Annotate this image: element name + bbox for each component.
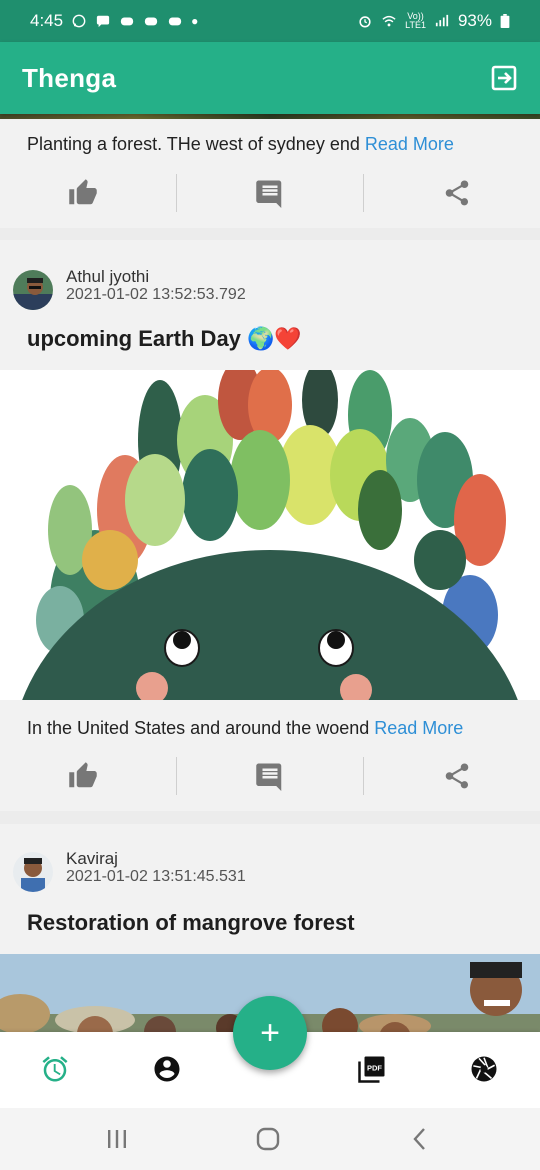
post-timestamp: 2021-01-02 13:51:45.531	[66, 868, 246, 885]
action-divider	[363, 757, 364, 795]
camera-aperture-icon	[471, 1056, 497, 1082]
earth-day-illustration	[0, 370, 540, 700]
signal-icon	[435, 14, 449, 27]
system-navigation-bar	[0, 1108, 540, 1170]
post-card: Planting a forest. THe west of sydney en…	[0, 114, 540, 228]
post-body: Planting a forest. THe west of sydney en…	[27, 134, 454, 154]
nav-profile[interactable]	[150, 1052, 184, 1086]
game-icon	[168, 17, 182, 26]
post-image-edge	[0, 114, 540, 119]
back-icon[interactable]	[405, 1126, 435, 1152]
post-meta: Athul jyothi 2021-01-02 13:52:53.792	[66, 268, 246, 304]
post-image[interactable]	[0, 370, 540, 700]
action-divider	[176, 757, 177, 795]
like-button[interactable]	[55, 751, 111, 801]
thumb-up-icon	[69, 762, 97, 788]
game-icon	[120, 17, 134, 26]
comment-button[interactable]	[242, 751, 298, 801]
comment-button[interactable]	[242, 168, 298, 218]
post-timestamp: 2021-01-02 13:52:53.792	[66, 286, 246, 303]
action-divider	[176, 174, 177, 212]
comment-icon	[256, 763, 282, 791]
nav-camera[interactable]	[467, 1052, 501, 1086]
logout-icon[interactable]	[490, 64, 518, 92]
post-title: Restoration of mangrove forest	[27, 910, 355, 935]
pdf-badge-text: PDF	[367, 1063, 382, 1072]
post-card: Athul jyothi 2021-01-02 13:52:53.792 upc…	[0, 240, 540, 811]
avatar[interactable]	[13, 270, 53, 310]
nav-reminders[interactable]	[38, 1052, 72, 1086]
read-more-link[interactable]: Read More	[374, 718, 463, 738]
post-author[interactable]: Athul jyothi 2021-01-02 13:52:53.792	[13, 268, 246, 310]
post-title: upcoming Earth Day 🌍❤️	[27, 326, 302, 351]
dot-icon: ●	[191, 14, 199, 28]
app-title: Thenga	[22, 62, 117, 93]
nav-pdf[interactable]: PDF	[355, 1052, 389, 1086]
add-post-label: +	[260, 1013, 280, 1052]
post-actions	[0, 751, 540, 801]
post-actions	[0, 168, 540, 218]
add-post-button[interactable]: +	[233, 996, 307, 1070]
author-name: Athul jyothi	[66, 267, 150, 286]
share-icon	[445, 763, 469, 789]
status-time: 4:45	[30, 11, 64, 30]
like-button[interactable]	[55, 168, 111, 218]
battery-percent: 93%	[457, 11, 492, 30]
action-divider	[363, 174, 364, 212]
comment-icon	[256, 180, 282, 208]
status-bar: 4:45 ● Vo)) LTE1 93%	[0, 0, 540, 42]
wifi-icon	[382, 15, 396, 27]
pdf-icon: PDF	[358, 1056, 385, 1083]
alarm-status-icon	[359, 16, 371, 28]
alarm-icon	[42, 1056, 68, 1082]
message-icon	[96, 15, 110, 28]
volte-label: Vo)) LTE1	[405, 11, 426, 30]
post-meta: Kaviraj 2021-01-02 13:51:45.531	[66, 850, 246, 886]
avatar[interactable]	[13, 852, 53, 892]
app-bar: Thenga	[0, 42, 540, 114]
post-feed[interactable]: Planting a forest. THe west of sydney en…	[0, 114, 540, 1032]
share-icon	[445, 180, 469, 206]
post-body: In the United States and around the woen…	[27, 718, 464, 738]
author-name: Kaviraj	[66, 849, 118, 868]
share-button[interactable]	[429, 751, 485, 801]
thumb-up-icon	[69, 179, 97, 205]
share-button[interactable]	[429, 168, 485, 218]
read-more-link[interactable]: Read More	[365, 134, 454, 154]
account-icon	[154, 1056, 180, 1082]
game-icon	[144, 17, 158, 26]
home-icon[interactable]	[253, 1126, 283, 1152]
recent-apps-icon[interactable]	[102, 1126, 132, 1152]
battery-icon	[500, 14, 510, 28]
post-author[interactable]: Kaviraj 2021-01-02 13:51:45.531	[13, 850, 246, 892]
whatsapp-icon	[72, 14, 86, 28]
